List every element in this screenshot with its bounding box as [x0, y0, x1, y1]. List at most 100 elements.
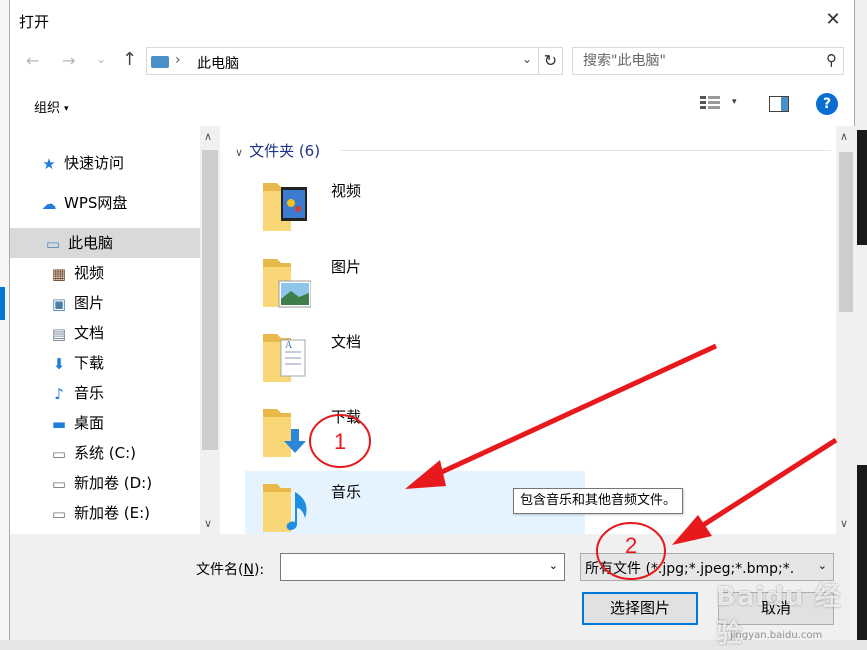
group-header[interactable]: ∨ 文件夹 (6): [235, 140, 320, 161]
sidebar-item[interactable]: ⬇ 下载: [50, 348, 104, 378]
drive-c-icon: ▭: [51, 444, 67, 463]
filename-combobox[interactable]: ⌄: [280, 553, 565, 581]
sidebar-item[interactable]: ▭ 新加卷 (E:): [50, 498, 150, 528]
search-box[interactable]: ⚲: [572, 47, 844, 75]
sidebar-item-label: 文档: [74, 324, 105, 342]
divider: [341, 150, 831, 151]
drive-d-icon: ▭: [51, 474, 67, 493]
sidebar-item-label: 系统 (C:): [74, 444, 136, 462]
file-type-value: 所有文件 (*.jpg;*.jpeg;*.bmp;*.: [585, 561, 795, 577]
sidebar-item-label: 快速访问: [64, 154, 125, 172]
group-title: 文件夹 (6): [249, 142, 321, 160]
folder-download-icon: [261, 403, 311, 459]
star-icon: ★: [42, 154, 56, 173]
folder-document-icon: A: [261, 328, 311, 384]
breadcrumb[interactable]: 此电脑: [197, 53, 239, 73]
folder-name: 音乐: [331, 483, 362, 501]
scrollbar-thumb[interactable]: [202, 150, 218, 450]
filename-input[interactable]: [281, 554, 541, 580]
chevron-down-icon[interactable]: ⌄: [818, 559, 827, 572]
organize-label: 组织: [34, 101, 61, 116]
music-icon: ♪: [54, 384, 64, 403]
filename-label: 文件名(N):: [196, 559, 264, 579]
background-accent: [0, 287, 5, 320]
sidebar-item[interactable]: ▣ 图片: [50, 288, 104, 318]
drive-e-icon: ▭: [51, 504, 67, 523]
preview-pane-icon[interactable]: [769, 96, 789, 112]
back-arrow-icon[interactable]: ←: [26, 51, 39, 70]
folder-name: 文档: [331, 333, 362, 351]
breadcrumb-separator-icon[interactable]: ›: [175, 52, 181, 68]
close-button[interactable]: ✕: [818, 7, 848, 33]
cloud-icon: ☁: [41, 194, 57, 213]
scroll-down-icon[interactable]: ∨: [204, 517, 212, 530]
caret-down-icon: ▾: [64, 103, 69, 114]
view-options-icon[interactable]: [700, 94, 720, 112]
folder-name: 视频: [331, 182, 362, 200]
file-list-scrollbar[interactable]: ∧ ∨: [836, 126, 856, 534]
sidebar-item[interactable]: ♪ 音乐: [50, 378, 104, 408]
organize-button[interactable]: 组织 ▾: [34, 97, 69, 116]
sidebar-item-label: 新加卷 (E:): [74, 504, 151, 522]
picture-icon: ▣: [51, 294, 67, 313]
search-icon[interactable]: ⚲: [826, 51, 837, 69]
sidebar-item[interactable]: ▦ 视频: [50, 258, 104, 288]
forward-arrow-icon[interactable]: →: [62, 51, 75, 70]
filename-label-end: ):: [253, 562, 265, 578]
sidebar-item[interactable]: ▤ 文档: [50, 318, 104, 348]
filename-hotkey: N: [243, 562, 254, 578]
chevron-down-icon[interactable]: ⌄: [549, 559, 558, 572]
chevron-down-icon[interactable]: ⌄: [522, 52, 532, 66]
folder-item[interactable]: 视频: [245, 170, 585, 238]
desktop-icon: ▬: [51, 414, 67, 433]
svg-text:A: A: [285, 340, 293, 351]
background-image-fragment: [857, 130, 867, 245]
sidebar-item-label: 视频: [74, 264, 105, 282]
open-button[interactable]: 选择图片: [582, 592, 698, 625]
folder-tooltip: 包含音乐和其他音频文件。: [513, 488, 684, 514]
dialog-title: 打开: [19, 13, 50, 31]
navigation-pane: ★ 快速访问 ☁ WPS网盘 ▭ 此电脑 ▦ 视频 ▣ 图片 ▤ 文档 ⬇ 下载 ♪ 音乐 ▬ 桌面 ▭ 系统 (C:…: [10, 126, 220, 534]
help-icon[interactable]: ?: [816, 93, 838, 115]
folder-item[interactable]: A 文档: [245, 321, 585, 389]
sidebar-item[interactable]: ★ 快速访问: [40, 148, 124, 178]
scrollbar-thumb[interactable]: [839, 152, 853, 312]
file-list-pane: ∨ 文件夹 (6) 视频图片 A 文档下载音乐 包含音乐和其他音频文件。 ∧ ∨: [221, 126, 856, 539]
refresh-button[interactable]: ↻: [539, 47, 563, 75]
title-bar: 打开 ✕: [10, 0, 856, 40]
watermark-url: jingyan.baidu.com: [730, 630, 823, 641]
sidebar-item-label: 此电脑: [68, 234, 114, 252]
scroll-up-icon[interactable]: ∧: [840, 130, 848, 143]
sidebar-item-label: 新加卷 (D:): [74, 474, 153, 492]
open-file-dialog: 打开 ✕ ← → ⌄ ↑ › 此电脑 ⌄ ↻ ⚲ 组织▾ ▾ ? ★快速访问☁W…: [9, 0, 856, 640]
toolbar: 组织 ▾ ▾ ?: [10, 84, 856, 126]
search-input[interactable]: [573, 48, 813, 74]
sidebar-item[interactable]: ☁ WPS网盘: [40, 188, 128, 218]
sidebar-item[interactable]: ▬ 桌面: [50, 408, 104, 438]
folder-music-icon: [261, 478, 311, 534]
background-left-strip: [0, 0, 9, 650]
navigation-scrollbar[interactable]: ∧ ∨: [200, 126, 220, 534]
sidebar-item-label: 桌面: [74, 414, 105, 432]
sidebar-item[interactable]: ▭ 此电脑: [10, 228, 200, 258]
sidebar-item-label: 音乐: [74, 384, 105, 402]
video-icon: ▦: [51, 264, 67, 283]
folder-item[interactable]: 图片: [245, 246, 585, 314]
sidebar-item-label: WPS网盘: [64, 194, 128, 212]
scroll-up-icon[interactable]: ∧: [204, 130, 212, 143]
recent-locations-chevron-icon[interactable]: ⌄: [96, 52, 106, 66]
navigation-bar: ← → ⌄ ↑ › 此电脑 ⌄ ↻ ⚲: [10, 44, 856, 80]
collapse-chevron-icon[interactable]: ∨: [235, 146, 243, 159]
view-dropdown-icon[interactable]: ▾: [732, 97, 737, 107]
background-right-strip: [855, 0, 867, 650]
filename-label-start: 文件名(: [196, 562, 244, 578]
folder-item[interactable]: 下载: [245, 396, 585, 464]
sidebar-item[interactable]: ▭ 新加卷 (D:): [50, 468, 152, 498]
scroll-down-icon[interactable]: ∨: [840, 517, 848, 530]
sidebar-item[interactable]: ▭ 系统 (C:): [50, 438, 136, 468]
computer-icon: ▭: [45, 234, 61, 253]
document-icon: ▤: [51, 324, 67, 343]
address-bar[interactable]: › 此电脑 ⌄: [146, 47, 539, 75]
folder-video-icon: [261, 177, 311, 233]
up-arrow-icon[interactable]: ↑: [122, 49, 137, 70]
